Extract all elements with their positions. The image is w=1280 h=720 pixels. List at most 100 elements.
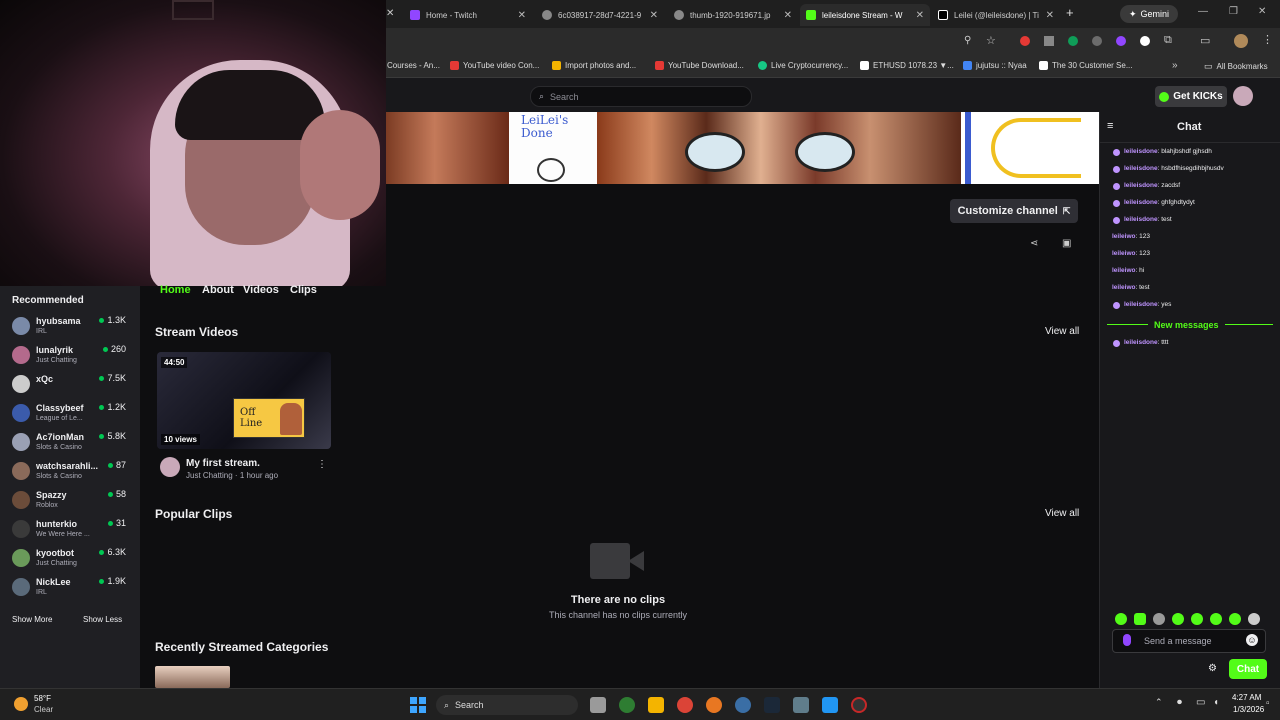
chat-username[interactable]: leileisdone xyxy=(1124,182,1158,189)
emote-icon[interactable] xyxy=(1229,613,1241,625)
new-tab-button[interactable]: + xyxy=(1066,5,1074,20)
send-chat-button[interactable]: Chat xyxy=(1229,659,1267,679)
star-icon[interactable]: ☆ xyxy=(986,34,996,47)
gemini-button[interactable]: ✦ Gemini xyxy=(1120,5,1178,23)
close-tab-icon[interactable]: ✕ xyxy=(784,10,792,21)
video-category[interactable]: Just Chatting xyxy=(186,471,233,480)
file-explorer-icon[interactable] xyxy=(648,697,664,713)
blender-icon[interactable] xyxy=(706,697,722,713)
clock-time[interactable]: 4:27 AM xyxy=(1232,693,1261,702)
paint-icon[interactable] xyxy=(822,697,838,713)
task-view-icon[interactable] xyxy=(590,697,606,713)
profile-avatar[interactable] xyxy=(1234,34,1248,48)
xbox-icon[interactable] xyxy=(619,697,635,713)
volume-icon[interactable]: ◖ xyxy=(1213,697,1219,708)
show-less-button[interactable]: Show Less xyxy=(83,615,122,624)
network-icon[interactable]: ▭ xyxy=(1196,697,1205,708)
bookmark-item[interactable]: jujutsu :: Nyaa xyxy=(963,61,1027,70)
chat-username[interactable]: leileisdone xyxy=(1124,165,1158,172)
settings-icon[interactable] xyxy=(793,697,809,713)
puzzle-icon[interactable]: ⧉ xyxy=(1164,34,1172,47)
maximize-icon[interactable]: ❐ xyxy=(1229,6,1238,17)
emote-icon[interactable] xyxy=(1115,613,1127,625)
chat-input[interactable]: Send a message ☺ xyxy=(1112,629,1266,653)
share-icon[interactable]: ⋖ xyxy=(1030,238,1038,249)
extension-icon[interactable] xyxy=(1116,36,1126,46)
bookmark-item[interactable]: Courses - An... xyxy=(387,61,440,70)
taskbar-search[interactable]: ⌕ Search xyxy=(436,695,578,715)
chat-username[interactable]: leileisdone xyxy=(1124,339,1158,346)
minimize-icon[interactable]: — xyxy=(1198,6,1208,17)
emote-icon[interactable] xyxy=(1172,613,1184,625)
chat-username[interactable]: leileisdone xyxy=(1124,301,1158,308)
close-tab-icon[interactable]: ✕ xyxy=(650,10,658,21)
recommended-channel[interactable]: watchsarahli... Slots & Casino 87 xyxy=(12,460,136,488)
zoom-icon[interactable]: ⚲ xyxy=(964,35,971,46)
emoji-icon[interactable]: ☺ xyxy=(1246,634,1258,646)
close-tab-icon[interactable]: ✕ xyxy=(1046,10,1054,21)
user-avatar[interactable] xyxy=(1233,86,1253,106)
close-tab-icon[interactable]: ✕ xyxy=(518,10,526,21)
show-more-button[interactable]: Show More xyxy=(12,615,52,624)
browser-tab[interactable]: thumb-1920-919671.jp ✕ xyxy=(668,4,798,26)
extension-icon[interactable] xyxy=(1140,36,1150,46)
gear-icon[interactable]: ⚙ xyxy=(1208,663,1217,674)
extension-icon[interactable] xyxy=(1068,36,1078,46)
more-options-icon[interactable]: ⋮ xyxy=(317,459,327,470)
recommended-channel[interactable]: lunalyrik Just Chatting 260 xyxy=(12,344,136,372)
video-thumbnail[interactable]: Off Line 44:50 10 views xyxy=(157,352,331,449)
microphone-tray-icon[interactable]: ⏺ xyxy=(1177,697,1182,708)
view-all-clips-link[interactable]: View all xyxy=(1045,508,1079,519)
tab-home[interactable]: Home xyxy=(160,284,191,296)
browser-tab[interactable]: Leilei (@leileisdone) | Ti ✕ xyxy=(932,4,1060,26)
browser-tab[interactable]: Home - Twitch ✕ xyxy=(404,4,532,26)
clock-date[interactable]: 1/3/2026 xyxy=(1233,705,1264,714)
customize-channel-button[interactable]: Customize channel ⇱ xyxy=(950,199,1078,223)
notification-icon[interactable]: ▫ xyxy=(1266,698,1270,709)
bookmark-item[interactable]: YouTube Download... xyxy=(655,61,744,70)
chat-username[interactable]: leileisdone xyxy=(1124,199,1158,206)
bookmark-item[interactable]: The 30 Customer Se... xyxy=(1039,61,1132,70)
emote-icon[interactable] xyxy=(1248,613,1260,625)
app-icon[interactable] xyxy=(735,697,751,713)
video-title[interactable]: My first stream. xyxy=(186,458,260,469)
browser-tab-active[interactable]: leileisdone Stream - W ✕ xyxy=(800,4,930,26)
windows-start-icon[interactable] xyxy=(410,697,426,713)
url-field[interactable] xyxy=(390,32,960,52)
recommended-channel[interactable]: NickLee IRL 1.9K xyxy=(12,576,136,604)
bookmark-item[interactable]: YouTube video Con... xyxy=(450,61,539,70)
bookmark-item[interactable]: Live Cryptocurrency... xyxy=(758,61,848,70)
chrome-icon[interactable] xyxy=(677,697,693,713)
extension-icon[interactable] xyxy=(1092,36,1102,46)
recommended-channel[interactable]: hunterkio We Were Here ... 31 xyxy=(12,518,136,546)
close-window-icon[interactable]: ✕ xyxy=(1258,6,1266,17)
extension-icon[interactable] xyxy=(1020,36,1030,46)
chevron-right-icon[interactable]: » xyxy=(1172,60,1178,71)
close-tab-icon[interactable]: ✕ xyxy=(916,10,924,21)
emote-icon[interactable] xyxy=(1210,613,1222,625)
all-bookmarks-button[interactable]: ▭ All Bookmarks xyxy=(1204,61,1268,72)
search-input[interactable]: ⌕ Search xyxy=(530,86,752,107)
emote-icon[interactable] xyxy=(1134,613,1146,625)
recommended-channel[interactable]: xQc 7.5K xyxy=(12,373,136,401)
close-tab-icon[interactable]: ✕ xyxy=(386,8,394,19)
recommended-channel[interactable]: kyootbot Just Chatting 6.3K xyxy=(12,547,136,575)
recommended-channel[interactable]: hyubsama IRL 1.3K xyxy=(12,315,136,343)
collapse-chat-icon[interactable]: ≡ xyxy=(1107,120,1113,132)
browser-tab[interactable]: 6c038917-28d7-4221-9 ✕ xyxy=(536,4,664,26)
avatar[interactable] xyxy=(160,457,180,477)
tab-videos[interactable]: Videos xyxy=(243,284,279,296)
microphone-icon[interactable] xyxy=(1123,634,1131,646)
chat-username[interactable]: leileisdone xyxy=(1124,148,1158,155)
view-all-videos-link[interactable]: View all xyxy=(1045,326,1079,337)
chat-username[interactable]: leileiwo xyxy=(1112,284,1135,291)
obs-icon[interactable] xyxy=(851,697,867,713)
emote-icon[interactable] xyxy=(1191,613,1203,625)
chat-username[interactable]: leileiwo xyxy=(1112,233,1135,240)
recommended-channel[interactable]: Spazzy Roblox 58 xyxy=(12,489,136,517)
chat-username[interactable]: leileiwo xyxy=(1112,267,1135,274)
menu-kebab-icon[interactable]: ⋮ xyxy=(1262,33,1273,46)
chat-username[interactable]: leileiwo xyxy=(1112,250,1135,257)
recommended-channel[interactable]: Classybeef League of Le... 1.2K xyxy=(12,402,136,430)
category-box-art[interactable] xyxy=(155,666,230,688)
